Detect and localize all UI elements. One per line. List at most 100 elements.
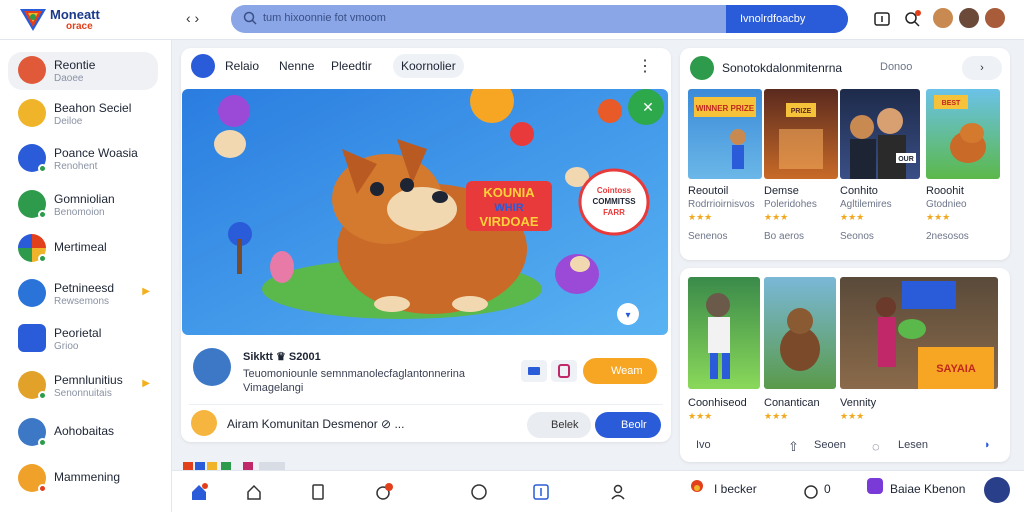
content-card[interactable]: WINNER PRIZE Reoutoil Rodrrioirnisvos ★★… (688, 89, 762, 242)
house-outline-icon[interactable] (245, 483, 263, 501)
friend-avatar[interactable] (957, 6, 981, 30)
video-thumbnail (764, 277, 836, 389)
footer-right-label[interactable]: Lesen (898, 439, 928, 451)
sidebar-item-subtitle: Rewsemons (54, 296, 110, 307)
card-rating: ★★★ (926, 212, 951, 222)
online-dot (38, 210, 47, 219)
search-bar[interactable]: tum hixoonnie fot vmoom Ivnolrdfoacby (231, 5, 848, 33)
sidebar-item-title: Pemnlunitius (54, 373, 123, 387)
sidebar-item[interactable]: Pemnlunitius Senonnuitais ▶ (8, 367, 158, 405)
primary-action-button[interactable]: Beolr (595, 412, 661, 438)
chat-icon[interactable] (375, 483, 393, 501)
footer-mid-label[interactable]: Seoen (814, 439, 846, 451)
video-title: Conantican (764, 397, 820, 409)
sidebar-item[interactable]: Gomniolian Benomoion (8, 186, 158, 224)
sidebar-item-title: Beahon Seciel (54, 101, 132, 115)
sidebar-item[interactable]: Beahon Seciel Deiloe (8, 95, 158, 133)
share-icon[interactable] (521, 360, 547, 382)
tab-pleedtir[interactable]: Pleedtir (331, 59, 372, 73)
sidebar-item[interactable]: Aohobaitas (8, 414, 158, 452)
hero-banner-line1: KOUNIA (483, 185, 535, 200)
hero-banner-line3: VIRDOAE (479, 214, 539, 229)
community-icon (191, 410, 217, 436)
join-button[interactable]: Weam (583, 358, 657, 384)
card-subtitle: Poleridohes (764, 199, 817, 210)
sidebar-item[interactable]: Poance Woasia Renohent (8, 140, 158, 178)
video-panel-footer: Ivo ⇧ Seoen ◌ Lesen ◗ (688, 436, 1006, 456)
comment-nav-icon[interactable] (802, 483, 820, 501)
profile-avatar[interactable] (984, 477, 1010, 503)
arrow-icon: ▶ (142, 378, 150, 389)
thumbs-up-icon[interactable]: ⇧ (788, 439, 799, 455)
notification-search-icon[interactable] (903, 10, 921, 28)
tab-relaio[interactable]: Relaio (225, 59, 259, 73)
back-forward-button[interactable]: ‹ › (186, 10, 216, 30)
video-rating: ★★★ (764, 411, 789, 421)
video-card[interactable]: Coonhiseod ★★★ (688, 277, 760, 422)
tab-logo-icon[interactable] (191, 54, 215, 78)
bottom-right-text[interactable]: Baiae Kbenon (890, 482, 965, 496)
sidebar-item-subtitle: Benomoion (54, 207, 105, 218)
content-card[interactable]: PRIZE Demse Poleridohes ★★★ Bo aeros (764, 89, 838, 242)
sidebar-avatar (18, 56, 46, 84)
sidebar-item-title: Aohobaitas (54, 424, 115, 438)
tab-bar: Relaio Nenne Pleedtir Koornolier ⋮ (189, 54, 663, 80)
sidebar-item-subtitle: Deiloe (54, 116, 83, 127)
sidebar-item[interactable]: Reontie Daoee (8, 52, 158, 90)
tab-koornolier[interactable]: Koornolier (393, 54, 464, 78)
post-author-avatar[interactable] (193, 348, 231, 386)
main-post-card: Relaio Nenne Pleedtir Koornolier ⋮ ✕ KOU… (181, 48, 671, 442)
panel-next-button[interactable]: › (962, 56, 1002, 80)
comment-icon[interactable]: ◌ (872, 439, 880, 454)
post-description-line2: Vimagelangi (243, 382, 304, 394)
bottom-left-text[interactable]: I becker (714, 482, 757, 496)
sidebar-item-subtitle: Senonnuitais (54, 388, 112, 399)
grid-icon[interactable] (532, 483, 550, 501)
profile-avatar[interactable] (983, 6, 1007, 30)
send-icon[interactable]: ◗ (984, 439, 991, 451)
tab-nenne[interactable]: Nenne (279, 59, 314, 73)
post-description: Teuomoniounle semnmanolecfaglantonnerina (243, 368, 465, 380)
online-dot (38, 438, 47, 447)
search-button[interactable]: Ivnolrdfoacby (726, 5, 848, 33)
message-icon[interactable] (873, 10, 891, 28)
flame-icon[interactable] (688, 477, 706, 495)
sidebar-item[interactable]: Mammening (8, 460, 158, 498)
app-badge-icon[interactable] (866, 477, 884, 495)
panel-subtitle: Donoo (880, 61, 913, 73)
card-title: Rooohit (926, 185, 964, 197)
home-icon[interactable] (190, 483, 208, 501)
community-text[interactable]: Airam Komunitan Desmenor ⊘ ... (227, 417, 404, 431)
top-bar: Moneatt orace ‹ › tum hixoonnie fot vmoo… (0, 0, 1024, 40)
card-count: Seonos (840, 231, 874, 242)
search-input[interactable]: tum hixoonnie fot vmoom (263, 12, 386, 24)
app-logo-icon[interactable] (18, 5, 48, 33)
card-rating: ★★★ (688, 212, 713, 222)
video-overlay-text: SAYAIA (936, 363, 976, 375)
bubble-icon[interactable] (470, 483, 488, 501)
content-card[interactable]: OUR Conhito Agltilemires ★★★ Seonos (840, 89, 920, 242)
friend-avatar[interactable] (931, 6, 955, 30)
sidebar-item-title: Poance Woasia (54, 146, 138, 160)
content-card[interactable]: BEST Rooohit Gtodnieo ★★★ 2nesosos (926, 89, 1000, 242)
sidebar-item[interactable]: Peorietal Grioo (8, 320, 158, 358)
bookmark-icon[interactable] (551, 360, 577, 382)
sidebar-item[interactable]: Mertimeal (8, 230, 158, 268)
sidebar-avatar (18, 279, 46, 307)
color-strip (183, 462, 285, 470)
card-title: Conhito (840, 185, 878, 197)
card-badge: OUR (898, 156, 914, 163)
check-button[interactable]: Belek (527, 412, 591, 438)
bookmark-nav-icon[interactable] (309, 483, 327, 501)
more-options-icon[interactable]: ⋮ (637, 56, 653, 76)
video-card[interactable]: Conantican ★★★ (764, 277, 836, 422)
card-badge: BEST (942, 100, 961, 107)
card-subtitle: Agltilemires (840, 199, 892, 210)
sidebar-item[interactable]: Petnineesd Rewsemons ▶ (8, 275, 158, 313)
brand-tagline: orace (66, 21, 93, 32)
person-icon[interactable] (609, 483, 627, 501)
hero-image[interactable]: ✕ KOUNIA WHIR VIRDOAE Cointoss COMMITSS … (182, 89, 668, 335)
card-rating: ★★★ (764, 212, 789, 222)
video-card[interactable]: SAYAIA Vennity ★★★ (840, 277, 998, 422)
post-title[interactable]: Sikktt ♛ S2001 (243, 350, 321, 363)
